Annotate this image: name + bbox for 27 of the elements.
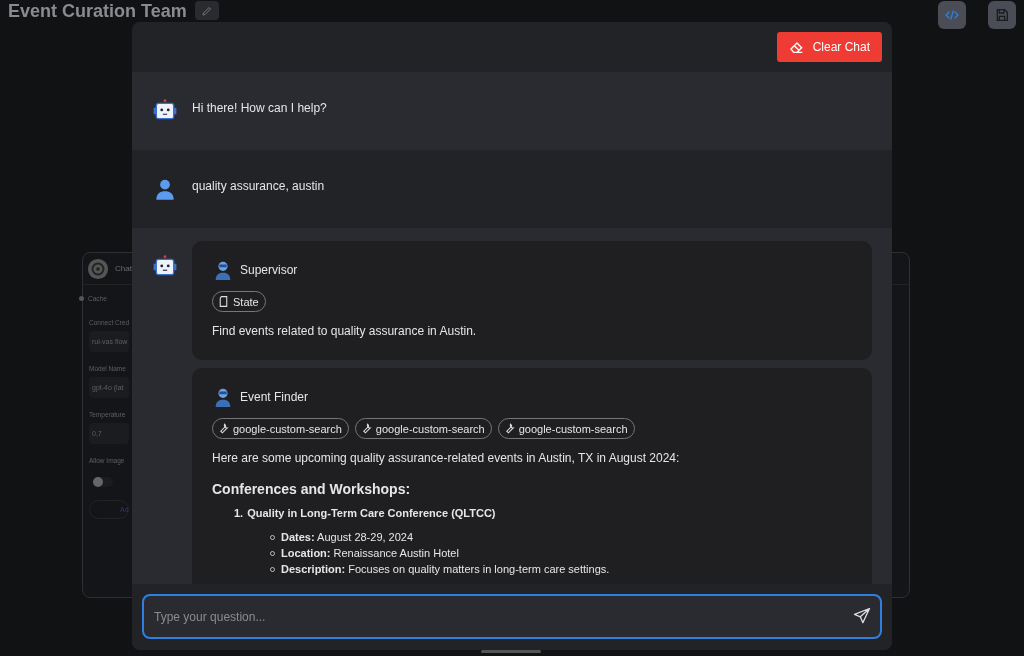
edit-button[interactable] (194, 1, 219, 20)
detail-text: Dates: August 28-29, 2024 (281, 530, 414, 545)
agent-name: Supervisor (240, 263, 298, 277)
section-heading: Conferences and Workshops: (212, 481, 412, 497)
message-text: Find events related to quality assurance in Austin. (212, 323, 478, 340)
code-icon (944, 7, 960, 23)
clear-chat-button[interactable]: Clear Chat (776, 32, 882, 62)
handle-dot (79, 296, 84, 301)
detail-text: Location: Renaissance Austin Hotel (281, 546, 459, 561)
node-title: Chat (115, 264, 132, 273)
document-icon (217, 295, 230, 308)
resize-handle[interactable] (481, 650, 541, 653)
list-item-title: Quality in Long-Term Care Conference (QLTCC) (247, 507, 496, 519)
detail-text: Description: Focuses on quality matters in long-term care settings. (281, 562, 610, 577)
canvas-title: Event Curation Team (8, 1, 187, 21)
send-icon[interactable] (852, 606, 872, 626)
save-button[interactable] (988, 1, 1016, 29)
message-text: quality assurance, austin (192, 178, 325, 195)
code-button[interactable] (938, 1, 966, 29)
question-field[interactable]: Type your question... (142, 594, 882, 639)
message-text: Here are some upcoming quality assurance-related events in Austin, TX in August 2024: (212, 450, 681, 467)
agent-name: Event Finder (240, 390, 309, 404)
message-text: Hi there! How can I help? (192, 100, 327, 117)
save-icon (994, 7, 1010, 23)
pencil-icon (200, 4, 213, 17)
list-number: 1. (234, 507, 244, 519)
toggle-switch[interactable] (93, 477, 113, 487)
